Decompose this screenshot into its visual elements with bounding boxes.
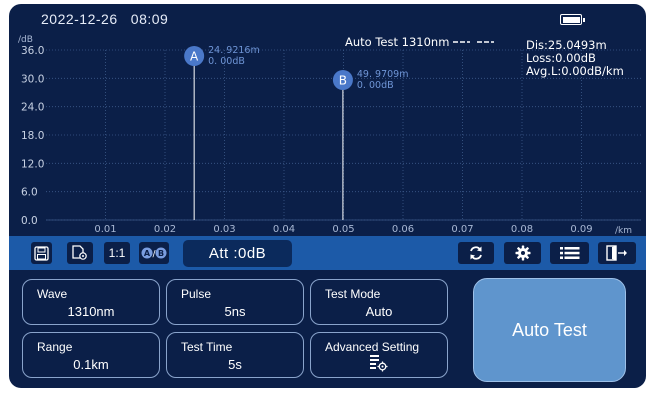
x-tick-label: 0.06 [392,224,414,234]
y-tick-label: 36.0 [21,45,44,57]
parameter-panel: Wave 1310nm Pulse 5ns Test Mode Auto Ran… [9,272,646,388]
y-tick-label: 18.0 [21,130,44,142]
exit-icon[interactable] [598,242,636,264]
y-tick-label: 12.0 [21,158,44,170]
range-label: Range [37,340,73,354]
marker-b-letter: B [339,74,347,88]
pulse-value: 5ns [224,304,246,319]
toolbar: 1:1 A / B Att :0dB [9,236,646,270]
marker-a[interactable]: A 24. 9216m 0. 00dB [184,45,260,220]
advanced-setting[interactable]: Advanced Setting [310,332,448,378]
gear-icon[interactable] [504,242,541,264]
x-tick-label: 0.09 [570,224,592,234]
list-icon[interactable] [550,242,589,264]
ab-marker-icon[interactable]: A / B [139,242,169,264]
test-mode-value: Auto [365,304,393,319]
attenuation-display[interactable]: Att :0dB [183,240,292,267]
pulse-setting[interactable]: Pulse 5ns [166,279,304,325]
pulse-label: Pulse [181,287,212,301]
time: 08:09 [130,11,169,27]
test-mode-setting[interactable]: Test Mode Auto [310,279,448,325]
battery-icon [560,14,585,25]
date: 2022-12-26 [41,11,118,27]
wave-value: 1310nm [67,304,115,319]
info-loss: Loss:0.00dB [526,51,596,65]
y-tick-label: 0.0 [21,215,38,227]
range-setting[interactable]: Range 0.1km [22,332,160,378]
x-tick-label: 0.01 [94,224,116,234]
marker-a-loss: 0. 00dB [208,56,245,67]
wave-setting[interactable]: Wave 1310nm [22,279,160,325]
floppy-disk-icon[interactable] [31,242,52,264]
auto-test-button[interactable]: Auto Test [473,278,626,382]
x-tick-label: 0.07 [451,224,473,234]
advanced-settings-icon [311,355,447,375]
x-tick-label: 0.02 [154,224,176,234]
date-time: 2022-12-26 08:09 [41,11,168,27]
refresh-icon[interactable] [458,242,494,264]
y-unit-label: /dB [18,35,33,45]
test-time-label: Test Time [181,340,233,354]
ratio-label: 1:1 [108,246,126,260]
y-tick-label: 6.0 [21,187,38,199]
info-avg-loss: Avg.L:0.00dB/km [526,64,624,78]
file-settings-icon[interactable] [67,242,93,264]
y-tick-label: 24.0 [21,102,44,114]
trace-legend-label: Auto Test 1310nm [345,35,449,49]
ratio-button[interactable]: 1:1 [104,242,130,264]
trace-graph-svg: /dB /km 36.0 30.0 24.0 18.0 12.0 6.0 0.0 0.01 0… [18,35,641,236]
marker-b[interactable]: B 49. 9709m 0. 00dB [332,69,409,220]
att-label: Att :0dB [208,245,267,262]
wave-label: Wave [37,287,68,301]
range-value: 0.1km [73,357,109,372]
y-tick-label: 30.0 [21,73,44,85]
status-bar: 2022-12-26 08:09 [9,4,646,34]
x-tick-label: 0.08 [511,224,533,234]
x-unit-label: /km [615,226,632,234]
x-tick-label: 0.05 [332,224,354,234]
auto-test-label: Auto Test [512,319,587,340]
otdr-screen: 2022-12-26 08:09 /dB /km 36.0 30.0 24.0 18.… [9,4,646,388]
marker-a-distance: 24. 9216m [208,45,260,56]
x-tick-label: 0.04 [273,224,295,234]
marker-b-distance: 49. 9709m [357,69,409,80]
marker-a-letter: A [190,50,199,64]
x-tick-label: 0.03 [213,224,235,234]
test-time-setting[interactable]: Test Time 5s [166,332,304,378]
advanced-setting-label: Advanced Setting [325,340,420,354]
marker-b-loss: 0. 00dB [357,80,394,91]
test-mode-label: Test Mode [325,287,381,301]
info-distance: Dis:25.0493m [526,38,607,52]
svg-text:B: B [158,249,164,258]
trace-graph[interactable]: /dB /km 36.0 30.0 24.0 18.0 12.0 6.0 0.0 0.01 0… [9,34,646,236]
test-time-value: 5s [228,357,242,372]
svg-text:A: A [144,249,151,258]
